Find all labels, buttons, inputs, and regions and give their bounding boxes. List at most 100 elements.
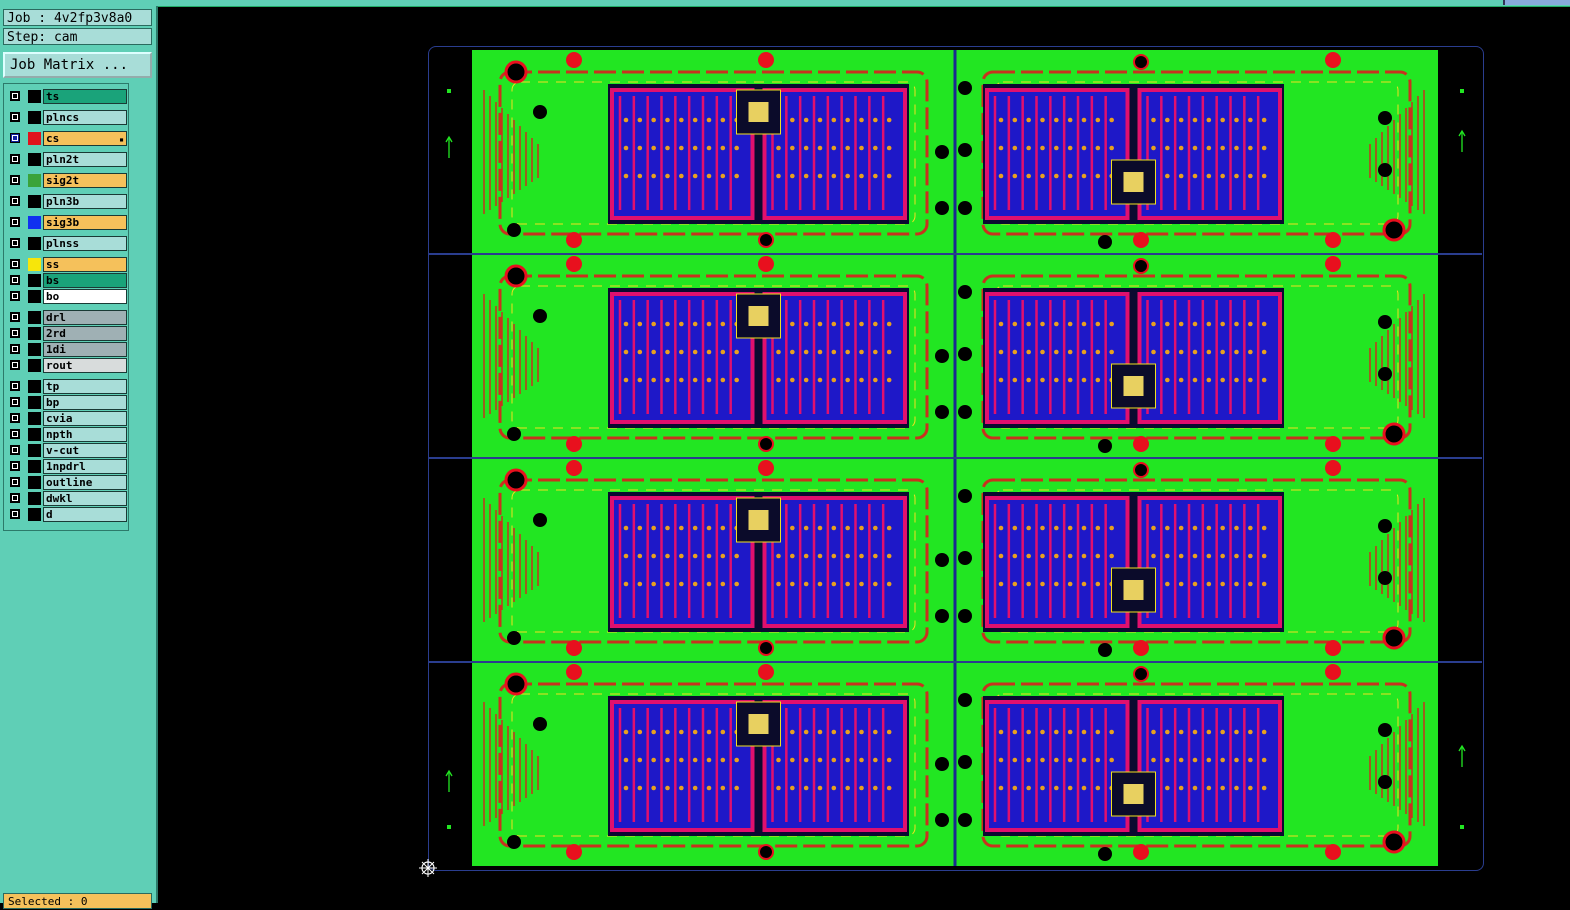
layer-checkbox[interactable] <box>10 493 20 503</box>
layer-color-swatch <box>28 274 41 287</box>
layer-row-ts[interactable]: ts <box>6 89 127 104</box>
layer-row-dwkl[interactable]: dwkl <box>6 491 127 506</box>
layer-name[interactable]: v-cut <box>43 443 127 458</box>
layer-checkbox[interactable] <box>10 112 20 122</box>
layer-checkbox[interactable] <box>10 133 20 143</box>
layer-name[interactable]: sig2t <box>43 173 127 188</box>
layer-color-swatch <box>28 174 41 187</box>
layer-name[interactable]: plnss <box>43 236 127 251</box>
layer-row-bp[interactable]: bp <box>6 395 127 410</box>
layer-checkbox[interactable] <box>10 196 20 206</box>
layer-list: ts plncs cs ▪ pln2t sig2t pln3b sig3b plnss ss bs b… <box>3 83 129 531</box>
title-bar <box>0 0 1570 7</box>
layer-row-v-cut[interactable]: v-cut <box>6 443 127 458</box>
layer-checkbox[interactable] <box>10 397 20 407</box>
layer-name[interactable]: drl <box>43 310 127 325</box>
layer-checkbox[interactable] <box>10 360 20 370</box>
layer-row-bo[interactable]: bo <box>6 289 127 304</box>
layer-checkbox[interactable] <box>10 445 20 455</box>
layer-row-npth[interactable]: npth <box>6 427 127 442</box>
layer-color-swatch <box>28 216 41 229</box>
layer-color-swatch <box>28 380 41 393</box>
step-name: Step: cam <box>3 28 152 45</box>
layer-checkbox[interactable] <box>10 328 20 338</box>
layer-name[interactable]: dwkl <box>43 491 127 506</box>
layer-row-outline[interactable]: outline <box>6 475 127 490</box>
layer-name[interactable]: pln2t <box>43 152 127 167</box>
layer-color-swatch <box>28 444 41 457</box>
layer-checkbox[interactable] <box>10 413 20 423</box>
layer-name[interactable]: d <box>43 507 127 522</box>
layer-name[interactable]: bo <box>43 289 127 304</box>
layer-name[interactable]: pln3b <box>43 194 127 209</box>
layer-row-pln3b[interactable]: pln3b <box>6 194 127 209</box>
layer-checkbox[interactable] <box>10 275 20 285</box>
layer-name[interactable]: outline <box>43 475 127 490</box>
layer-checkbox[interactable] <box>10 291 20 301</box>
layer-checkbox[interactable] <box>10 154 20 164</box>
job-name: Job : 4v2fp3v8a0 <box>3 9 152 26</box>
layer-checkbox[interactable] <box>10 259 20 269</box>
layer-row-pln2t[interactable]: pln2t <box>6 152 127 167</box>
layer-row-plncs[interactable]: plncs <box>6 110 127 125</box>
layer-name[interactable]: sig3b <box>43 215 127 230</box>
window-controls[interactable] <box>1503 0 1570 5</box>
layer-color-swatch <box>28 412 41 425</box>
layer-row-rout[interactable]: rout <box>6 358 127 373</box>
layer-name[interactable]: bs <box>43 273 127 288</box>
layer-checkbox[interactable] <box>10 91 20 101</box>
layer-checkbox[interactable] <box>10 381 20 391</box>
layer-checkbox[interactable] <box>10 217 20 227</box>
layer-row-1di[interactable]: 1di <box>6 342 127 357</box>
layer-name[interactable]: npth <box>43 427 127 442</box>
layer-name[interactable]: bp <box>43 395 127 410</box>
layer-name[interactable]: 1di <box>43 342 127 357</box>
layer-row-tp[interactable]: tp <box>6 379 127 394</box>
layer-color-swatch <box>28 476 41 489</box>
layer-color-swatch <box>28 195 41 208</box>
layer-name[interactable]: ts <box>43 89 127 104</box>
layer-name[interactable]: plncs <box>43 110 127 125</box>
layer-checkbox[interactable] <box>10 344 20 354</box>
layer-row-plnss[interactable]: plnss <box>6 236 127 251</box>
layer-color-swatch <box>28 396 41 409</box>
layer-row-2rd[interactable]: 2rd <box>6 326 127 341</box>
layer-color-swatch <box>28 290 41 303</box>
panel-outline <box>428 46 1484 871</box>
layer-name[interactable]: cvia <box>43 411 127 426</box>
job-matrix-button[interactable]: Job Matrix ... <box>3 52 152 78</box>
layer-color-swatch <box>28 311 41 324</box>
layer-work-marker-icon: ▪ <box>119 135 124 144</box>
layer-row-cs[interactable]: cs ▪ <box>6 131 127 146</box>
layer-checkbox[interactable] <box>10 477 20 487</box>
layer-row-sig2t[interactable]: sig2t <box>6 173 127 188</box>
layer-row-drl[interactable]: drl <box>6 310 127 325</box>
layer-name[interactable]: 1npdrl <box>43 459 127 474</box>
layer-row-bs[interactable]: bs <box>6 273 127 288</box>
layer-name[interactable]: tp <box>43 379 127 394</box>
layer-checkbox[interactable] <box>10 509 20 519</box>
layer-name[interactable]: 2rd <box>43 326 127 341</box>
layer-checkbox[interactable] <box>10 461 20 471</box>
selected-count: Selected : 0 <box>3 893 152 909</box>
layer-color-swatch <box>28 460 41 473</box>
layer-row-1npdrl[interactable]: 1npdrl <box>6 459 127 474</box>
origin-crosshair-icon <box>419 859 437 877</box>
layer-color-swatch <box>28 508 41 521</box>
layer-checkbox[interactable] <box>10 312 20 322</box>
layer-name[interactable]: rout <box>43 358 127 373</box>
layer-name[interactable]: cs ▪ <box>43 131 127 146</box>
layer-row-sig3b[interactable]: sig3b <box>6 215 127 230</box>
layer-checkbox[interactable] <box>10 175 20 185</box>
layer-row-d[interactable]: d <box>6 507 127 522</box>
layer-sidebar: Job : 4v2fp3v8a0 Step: cam Job Matrix ..… <box>0 6 158 909</box>
layer-color-swatch <box>28 258 41 271</box>
layer-color-swatch <box>28 359 41 372</box>
layer-row-cvia[interactable]: cvia <box>6 411 127 426</box>
layer-checkbox[interactable] <box>10 429 20 439</box>
layer-checkbox[interactable] <box>10 238 20 248</box>
layer-color-swatch <box>28 428 41 441</box>
layer-row-ss[interactable]: ss <box>6 257 127 272</box>
layer-name[interactable]: ss <box>43 257 127 272</box>
layer-color-swatch <box>28 153 41 166</box>
